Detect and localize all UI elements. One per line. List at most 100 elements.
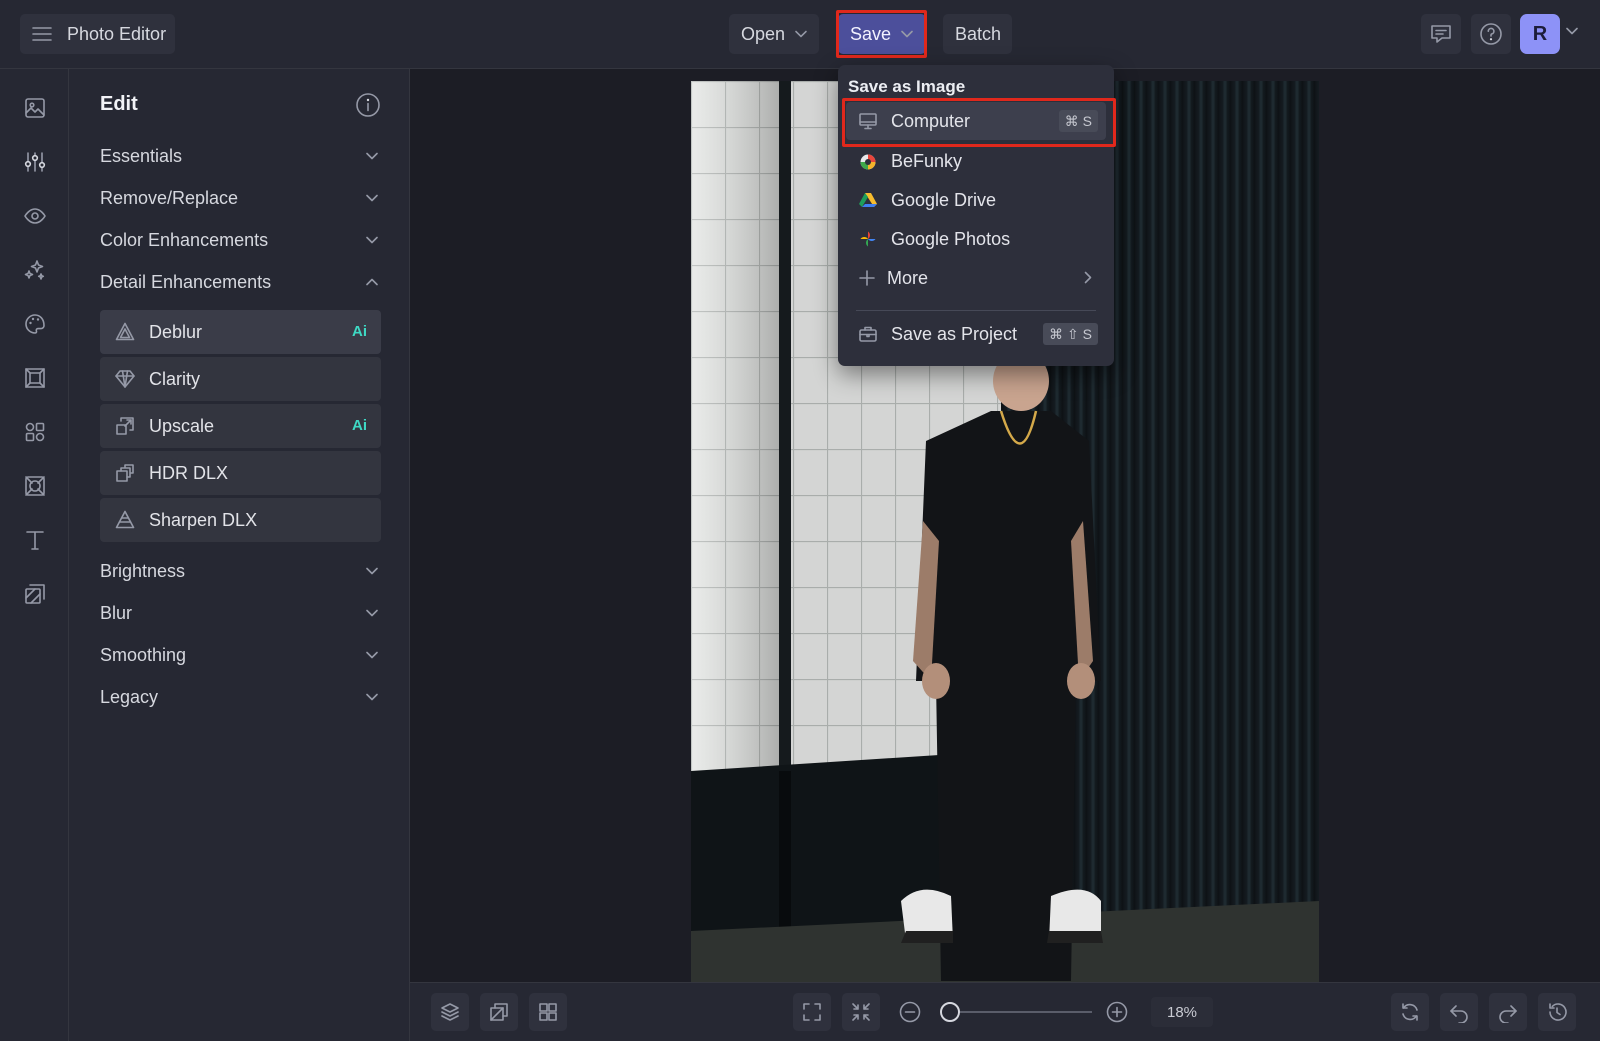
section-label: Legacy [100,686,159,707]
layers-button[interactable] [431,993,469,1031]
rail-text-icon[interactable] [19,524,51,556]
grid-view-button[interactable] [529,993,567,1031]
item-label: Google Photos [891,228,1011,249]
section-legacy[interactable]: Legacy [100,680,378,714]
section-color-enhancements[interactable]: Color Enhancements [100,223,378,257]
save-dropdown-menu: Save as Image Computer ⌘ S BeFunky Googl… [838,65,1114,366]
section-brightness[interactable]: Brightness [100,554,378,588]
section-blur[interactable]: Blur [100,596,378,630]
section-label: Color Enhancements [100,229,269,250]
chevron-down-icon [366,194,378,202]
save-label: Save [850,23,892,44]
chevron-down-icon [366,567,378,575]
more-destinations-item[interactable]: More [846,259,1106,297]
feedback-button[interactable] [1421,14,1461,54]
zoom-out-button[interactable] [891,993,929,1031]
undo-icon [1450,1005,1468,1023]
refresh-icon [1402,1003,1418,1021]
rail-artsy-palette-icon[interactable] [19,308,51,340]
chevron-down-icon [901,30,913,38]
tool-hdr-dlx[interactable]: HDR DLX [100,451,381,495]
zoom-level-field[interactable]: 18% [1151,997,1213,1027]
shrink-icon [852,1003,870,1021]
section-label: Essentials [100,145,183,166]
tool-label: HDR DLX [149,462,229,483]
zoom-slider-track[interactable] [948,1011,1092,1013]
undo-button[interactable] [1440,993,1478,1031]
rail-textures-icon[interactable] [19,578,51,610]
layers-icon [441,1003,459,1021]
section-label: Brightness [100,560,186,581]
tool-deblur[interactable]: Deblur Ai [100,310,381,354]
save-to-google-photos-item[interactable]: Google Photos [846,220,1106,258]
history-button[interactable] [1538,993,1576,1031]
section-detail-enhancements[interactable]: Detail Enhancements [100,265,378,299]
chat-icon [1431,25,1451,43]
monitor-icon [859,113,877,130]
menu-divider [856,310,1096,311]
rail-overlays-icon[interactable] [19,470,51,502]
section-remove-replace[interactable]: Remove/Replace [100,181,378,215]
history-icon [1549,1003,1567,1021]
rail-frames-icon[interactable] [19,362,51,394]
open-button[interactable]: Open [729,14,819,54]
info-icon[interactable] [355,92,381,118]
rail-touch-up-eye-icon[interactable] [19,200,51,232]
tool-label: Clarity [149,368,201,389]
app-menu-button[interactable]: Photo Editor [20,14,175,54]
chevron-right-icon [1084,271,1092,284]
zoom-in-icon [1106,1001,1128,1023]
hdr-layers-icon [116,464,134,482]
plus-icon [859,270,875,286]
chevron-down-icon [366,236,378,244]
save-button[interactable]: Save [838,14,926,54]
edit-panel: Edit Essentials Remove/Replace Color Enh… [69,69,410,1041]
tool-clarity[interactable]: Clarity [100,357,381,401]
compare-button[interactable] [480,993,518,1031]
rail-edit-adjust-icon[interactable] [19,146,51,178]
chevron-down-icon [795,30,807,38]
save-as-project-item[interactable]: Save as Project ⌘ ⇧ S [846,315,1106,353]
avatar-initial: R [1532,22,1548,45]
rail-effects-sparkle-icon[interactable] [19,254,51,286]
save-to-google-drive-item[interactable]: Google Drive [846,181,1106,219]
user-avatar[interactable]: R [1520,14,1560,54]
item-label: BeFunky [891,150,963,171]
expand-icon [803,1003,821,1021]
item-label: Google Drive [891,189,997,210]
tool-label: Upscale [149,415,215,436]
rail-graphics-shapes-icon[interactable] [19,416,51,448]
batch-button[interactable]: Batch [943,14,1012,54]
help-icon [1480,23,1502,45]
upscale-icon [116,417,134,435]
tool-upscale[interactable]: Upscale Ai [100,404,381,448]
reset-button[interactable] [1391,993,1429,1031]
redo-icon [1499,1005,1517,1023]
save-to-befunky-item[interactable]: BeFunky [846,142,1106,180]
app-title: Photo Editor [67,23,167,44]
save-as-image-heading: Save as Image [848,77,966,96]
help-button[interactable] [1471,14,1511,54]
redo-button[interactable] [1489,993,1527,1031]
zoom-in-button[interactable] [1098,993,1136,1031]
chevron-down-icon [366,152,378,160]
befunky-logo-icon [860,154,876,170]
google-drive-icon [859,193,877,207]
tool-label: Sharpen DLX [149,509,258,530]
actual-size-button[interactable] [842,993,880,1031]
save-to-computer-item[interactable]: Computer ⌘ S [846,102,1106,140]
top-bar: Photo Editor Open Save Batch R [0,0,1600,69]
chevron-down-icon [366,609,378,617]
section-label: Detail Enhancements [100,271,272,292]
section-label: Remove/Replace [100,187,239,208]
tool-sharpen-dlx[interactable]: Sharpen DLX [100,498,381,542]
section-smoothing[interactable]: Smoothing [100,638,378,672]
section-essentials[interactable]: Essentials [100,139,378,173]
fit-to-screen-button[interactable] [793,993,831,1031]
rail-image-icon[interactable] [19,92,51,124]
shortcut-badge: ⌘ S [1058,110,1098,132]
batch-label: Batch [955,23,1002,44]
item-label: More [887,267,929,288]
zoom-slider-handle[interactable] [940,1002,960,1022]
account-chevron-down-icon[interactable] [1566,27,1578,35]
